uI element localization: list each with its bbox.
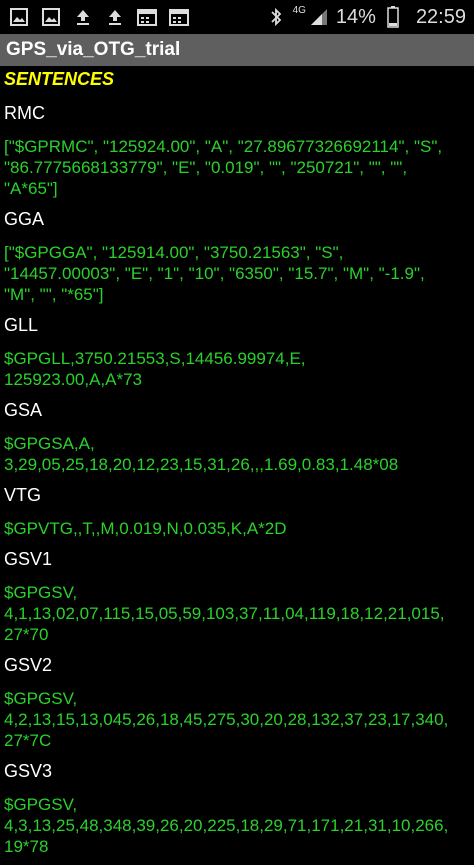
upload-icon	[104, 6, 126, 28]
sentence-label: GSV1	[4, 549, 53, 569]
sentence-label: GSV2	[4, 655, 53, 675]
calendar-icon	[168, 6, 190, 28]
signal-icon	[308, 6, 330, 28]
sentence-value: $GPGLL,3750.21553,S,14456.99974,E, 12592…	[4, 349, 306, 389]
sentence-gsa: GSA $GPGSA,A, 3,29,05,25,18,20,12,23,15,…	[4, 398, 470, 475]
battery-icon	[382, 6, 404, 28]
sentence-vtg: VTG $GPVTG,,T,,M,0.019,N,0.035,K,A*2D	[4, 483, 470, 539]
sentence-value: ["$GPGGA", "125914.00", "3750.21563", "S…	[4, 243, 425, 304]
calendar-icon	[136, 6, 158, 28]
sentence-gsv3: GSV3 $GPGSV, 4,3,13,25,48,348,39,26,20,2…	[4, 759, 470, 857]
sentence-label: GLL	[4, 315, 39, 335]
sentence-gsv1: GSV1 $GPGSV, 4,1,13,02,07,115,15,05,59,1…	[4, 547, 470, 645]
sentence-label: GSA	[4, 400, 43, 420]
sentence-value: $GPGSV, 4,2,13,15,13,045,26,18,45,275,30…	[4, 689, 449, 750]
sentence-gll: GLL $GPGLL,3750.21553,S,14456.99974,E, 1…	[4, 313, 470, 390]
sentence-label: GSV3	[4, 761, 53, 781]
bluetooth-icon	[265, 6, 287, 28]
notification-icons	[0, 6, 190, 28]
battery-percentage: 14%	[335, 5, 376, 28]
image-icon	[40, 6, 62, 28]
sentence-label: GGA	[4, 209, 45, 229]
app-title: GPS_via_OTG_trial	[6, 39, 181, 60]
system-indicators: 4G 14% 22:59	[265, 0, 466, 34]
sentence-rmc: RMC ["$GPRMC", "125924.00", "A", "27.896…	[4, 101, 470, 199]
sentence-value: $GPGSV, 4,1,13,02,07,115,15,05,59,103,37…	[4, 583, 445, 644]
sentence-value: $GPVTG,,T,,M,0.019,N,0.035,K,A*2D	[4, 519, 287, 538]
status-bar: 4G 14% 22:59	[0, 0, 474, 34]
section-title: SENTENCES	[4, 69, 115, 89]
sentence-label: VTG	[4, 485, 42, 505]
sentence-gsv2: GSV2 $GPGSV, 4,2,13,15,13,045,26,18,45,2…	[4, 653, 470, 751]
sentences-content[interactable]: SENTENCES RMC ["$GPRMC", "125924.00", "A…	[0, 66, 474, 865]
clock: 22:59	[415, 5, 466, 28]
sentence-value: $GPGSV, 4,3,13,25,48,348,39,26,20,225,18…	[4, 795, 449, 856]
action-bar: GPS_via_OTG_trial	[0, 34, 474, 66]
sentence-value: $GPGSA,A, 3,29,05,25,18,20,12,23,15,31,2…	[4, 434, 399, 474]
sentence-gga: GGA ["$GPGGA", "125914.00", "3750.21563"…	[4, 207, 470, 305]
image-icon	[8, 6, 30, 28]
sentence-value: ["$GPRMC", "125924.00", "A", "27.8967732…	[4, 137, 443, 198]
sentence-label: RMC	[4, 103, 45, 123]
network-type-label: 4G	[292, 5, 306, 16]
upload-icon	[72, 6, 94, 28]
